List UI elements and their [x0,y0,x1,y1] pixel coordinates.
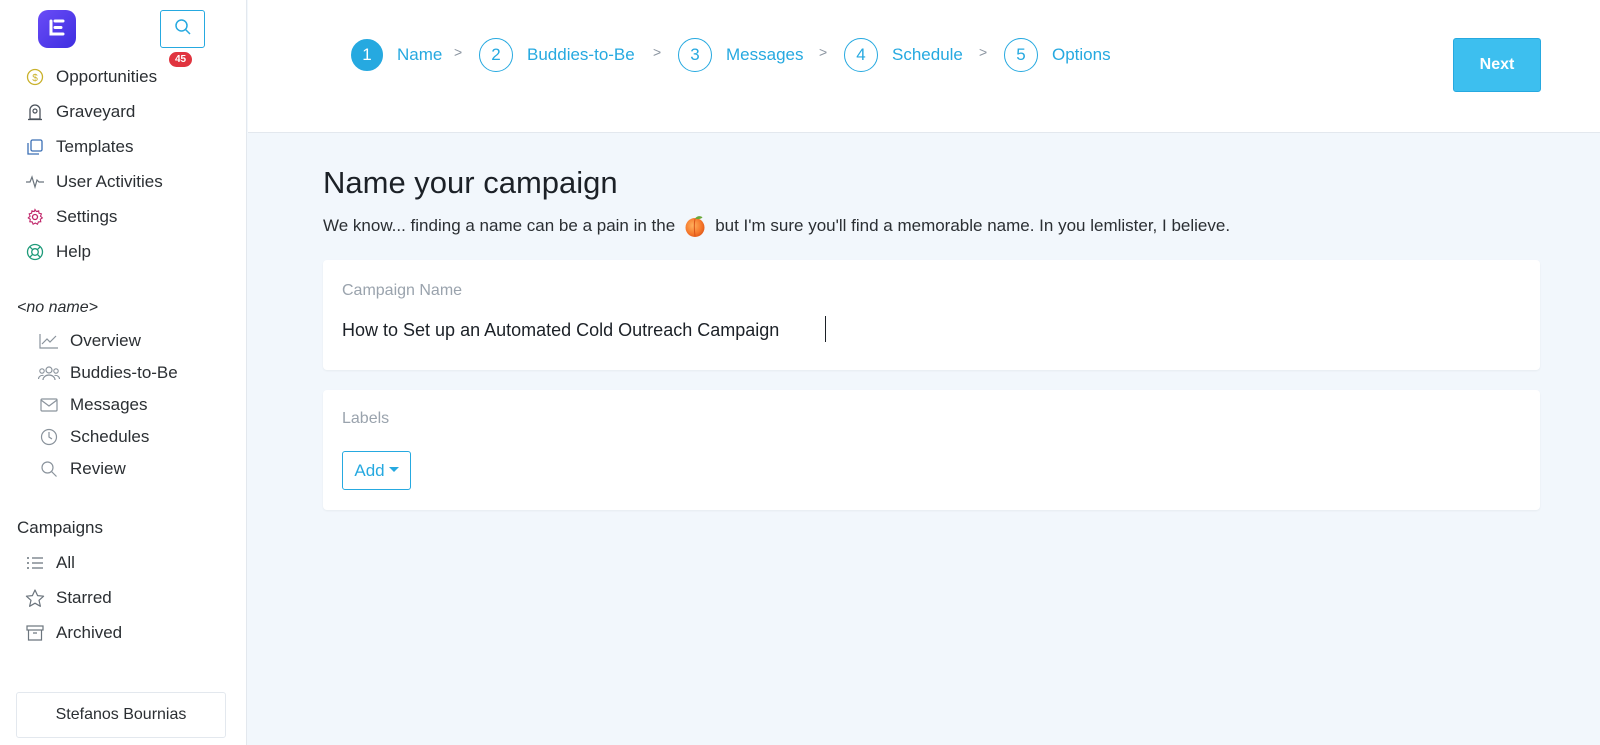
step-label: Schedule [892,45,963,64]
sidebar-item-label: Schedules [70,427,150,446]
user-account-button[interactable]: Stefanos Bournias [16,692,226,738]
chart-line-icon [38,330,60,352]
step-number: 5 [1004,38,1038,72]
campaign-name-label: Campaign Name [342,282,463,299]
search-button[interactable] [160,10,205,48]
sidebar-item-all-campaigns[interactable]: All [24,548,75,578]
sidebar-item-label: Help [56,242,91,261]
dollar-coin-icon: $ [24,66,46,88]
users-icon [38,362,60,384]
step-label: Messages [726,45,804,64]
step-number: 3 [678,38,712,72]
envelope-icon [38,394,60,416]
step-messages[interactable]: 3 Messages [678,37,803,73]
lifebuoy-icon [24,241,46,263]
step-separator: > [454,44,463,60]
step-options[interactable]: 5 Options [1004,37,1111,73]
current-campaign-title: <no name> [17,299,98,316]
sidebar-item-opportunities[interactable]: $ Opportunities 45 [24,52,193,92]
step-schedule[interactable]: 4 Schedule [844,37,963,73]
sidebar-item-review[interactable]: Review [38,455,126,483]
campaigns-section-title: Campaigns [17,518,103,537]
sidebar-item-user-activities[interactable]: User Activities [24,167,163,197]
sidebar-item-label: Buddies-to-Be [70,363,178,382]
next-button[interactable]: Next [1453,38,1541,92]
sidebar-item-label: Templates [56,137,134,156]
add-label-dropdown-button[interactable]: Add [342,451,411,490]
sidebar-item-label: Overview [70,331,141,350]
text-cursor [825,316,826,342]
labels-card: Labels Add [323,390,1540,510]
step-separator: > [653,44,662,60]
step-separator: > [819,44,828,60]
step-separator: > [979,44,988,60]
magnifier-icon [38,458,60,480]
sidebar-item-settings[interactable]: Settings [24,202,117,232]
sidebar-item-overview[interactable]: Overview [38,327,141,355]
add-label-text: Add [354,460,385,480]
page-title: Name your campaign [323,165,618,200]
sidebar-item-label: Graveyard [56,102,136,121]
svg-text:$: $ [32,73,38,84]
sidebar-item-graveyard[interactable]: Graveyard [24,97,135,127]
lemlist-logo-icon[interactable] [38,10,76,48]
caret-down-icon [388,467,399,472]
campaign-name-input[interactable] [342,315,1512,345]
step-number: 2 [479,38,513,72]
copy-icon [24,136,46,158]
sidebar-item-label: All [56,553,75,572]
list-icon [24,552,46,574]
sidebar-item-label: Settings [56,207,118,226]
step-label: Buddies-to-Be [527,45,635,64]
sidebar-item-help[interactable]: Help [24,237,91,267]
step-label: Name [397,45,443,64]
labels-label: Labels [342,410,390,427]
campaign-name-card: Campaign Name [323,260,1540,370]
sidebar-item-messages[interactable]: Messages [38,391,147,419]
step-label: Options [1052,45,1111,64]
page-subtitle: We know... finding a name can be a pain … [323,214,1230,238]
step-number: 4 [844,38,878,72]
sidebar-item-label: Review [70,459,126,478]
archive-box-icon [24,622,46,644]
pulse-icon [24,171,46,193]
sidebar-item-label: Opportunities [56,67,158,86]
subtitle-text-before: We know... finding a name can be a pain … [323,216,676,235]
subtitle-text-after: but I'm sure you'll find a memorable nam… [715,216,1231,235]
sidebar: $ Opportunities 45 Graveyard Templates U… [0,0,247,745]
sidebar-item-label: Archived [56,623,123,642]
sidebar-item-label: Messages [70,395,148,414]
step-buddies-to-be[interactable]: 2 Buddies-to-Be [479,37,635,73]
sidebar-item-label: Starred [56,588,112,607]
step-name[interactable]: 1 Name [351,37,442,73]
sidebar-item-label: User Activities [56,172,163,191]
tombstone-icon [24,101,46,123]
gear-icon [24,206,46,228]
search-icon [174,18,192,41]
sidebar-item-templates[interactable]: Templates [24,132,133,162]
sidebar-item-starred[interactable]: Starred [24,583,112,613]
step-number: 1 [351,39,383,71]
star-icon [24,587,46,609]
opportunities-count-badge: 45 [169,52,193,67]
sidebar-item-buddies-to-be[interactable]: Buddies-to-Be [38,359,178,387]
steps-header: 1 Name > 2 Buddies-to-Be > 3 Messages > … [248,0,1600,133]
clock-icon [38,426,60,448]
sidebar-item-archived[interactable]: Archived [24,618,122,648]
peach-emoji-icon [683,214,707,238]
sidebar-item-schedules[interactable]: Schedules [38,423,149,451]
